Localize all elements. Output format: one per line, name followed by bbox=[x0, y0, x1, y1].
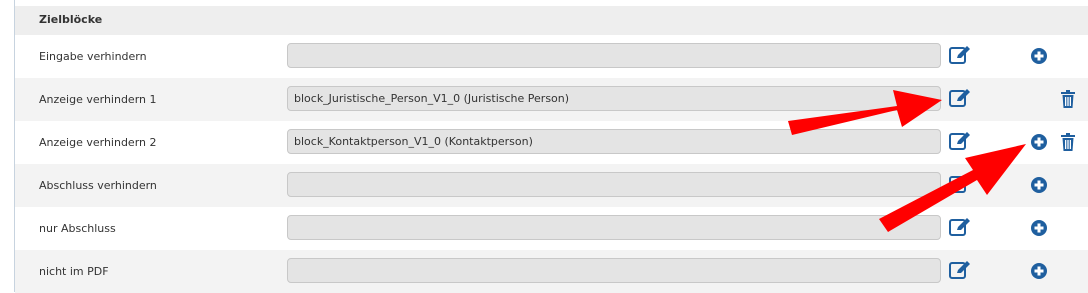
row-nur-abschluss: nur Abschluss bbox=[15, 207, 1088, 250]
row-label: nur Abschluss bbox=[39, 222, 116, 235]
row-label: Eingabe verhindern bbox=[39, 50, 147, 63]
target-block-field[interactable] bbox=[287, 215, 941, 240]
edit-icon[interactable] bbox=[949, 45, 971, 65]
row-label: nicht im PDF bbox=[39, 265, 109, 278]
row-anzeige-verhindern-1: Anzeige verhindern 1 block_Juristische_P… bbox=[15, 78, 1088, 121]
target-block-field[interactable]: block_Kontaktperson_V1_0 (Kontaktperson) bbox=[287, 129, 941, 154]
target-block-field[interactable] bbox=[287, 43, 941, 68]
plus-circle-icon[interactable] bbox=[1031, 263, 1047, 279]
row-eingabe-verhindern: Eingabe verhindern bbox=[15, 35, 1088, 78]
target-block-field[interactable] bbox=[287, 172, 941, 197]
row-anzeige-verhindern-2: Anzeige verhindern 2 block_Kontaktperson… bbox=[15, 121, 1088, 164]
plus-circle-icon[interactable] bbox=[1031, 134, 1047, 150]
target-block-field[interactable]: block_Juristische_Person_V1_0 (Juristisc… bbox=[287, 86, 941, 111]
row-abschluss-verhindern: Abschluss verhindern bbox=[15, 164, 1088, 207]
edit-icon[interactable] bbox=[949, 88, 971, 108]
plus-circle-icon[interactable] bbox=[1031, 177, 1047, 193]
row-nicht-im-pdf: nicht im PDF bbox=[15, 250, 1088, 293]
trash-icon[interactable] bbox=[1061, 133, 1075, 151]
section-title: Zielblöcke bbox=[39, 13, 103, 26]
edit-icon[interactable] bbox=[949, 260, 971, 280]
target-block-field[interactable] bbox=[287, 258, 941, 283]
edit-icon[interactable] bbox=[949, 174, 971, 194]
zielbloecke-panel: Zielblöcke Eingabe verhindern Anzeige ve… bbox=[14, 0, 1088, 293]
trash-icon[interactable] bbox=[1061, 90, 1075, 108]
plus-circle-icon[interactable] bbox=[1031, 220, 1047, 236]
row-label: Abschluss verhindern bbox=[39, 179, 157, 192]
section-header: Zielblöcke bbox=[15, 6, 1088, 35]
row-label: Anzeige verhindern 2 bbox=[39, 136, 157, 149]
row-label: Anzeige verhindern 1 bbox=[39, 93, 157, 106]
plus-circle-icon[interactable] bbox=[1031, 48, 1047, 64]
edit-icon[interactable] bbox=[949, 131, 971, 151]
edit-icon[interactable] bbox=[949, 217, 971, 237]
